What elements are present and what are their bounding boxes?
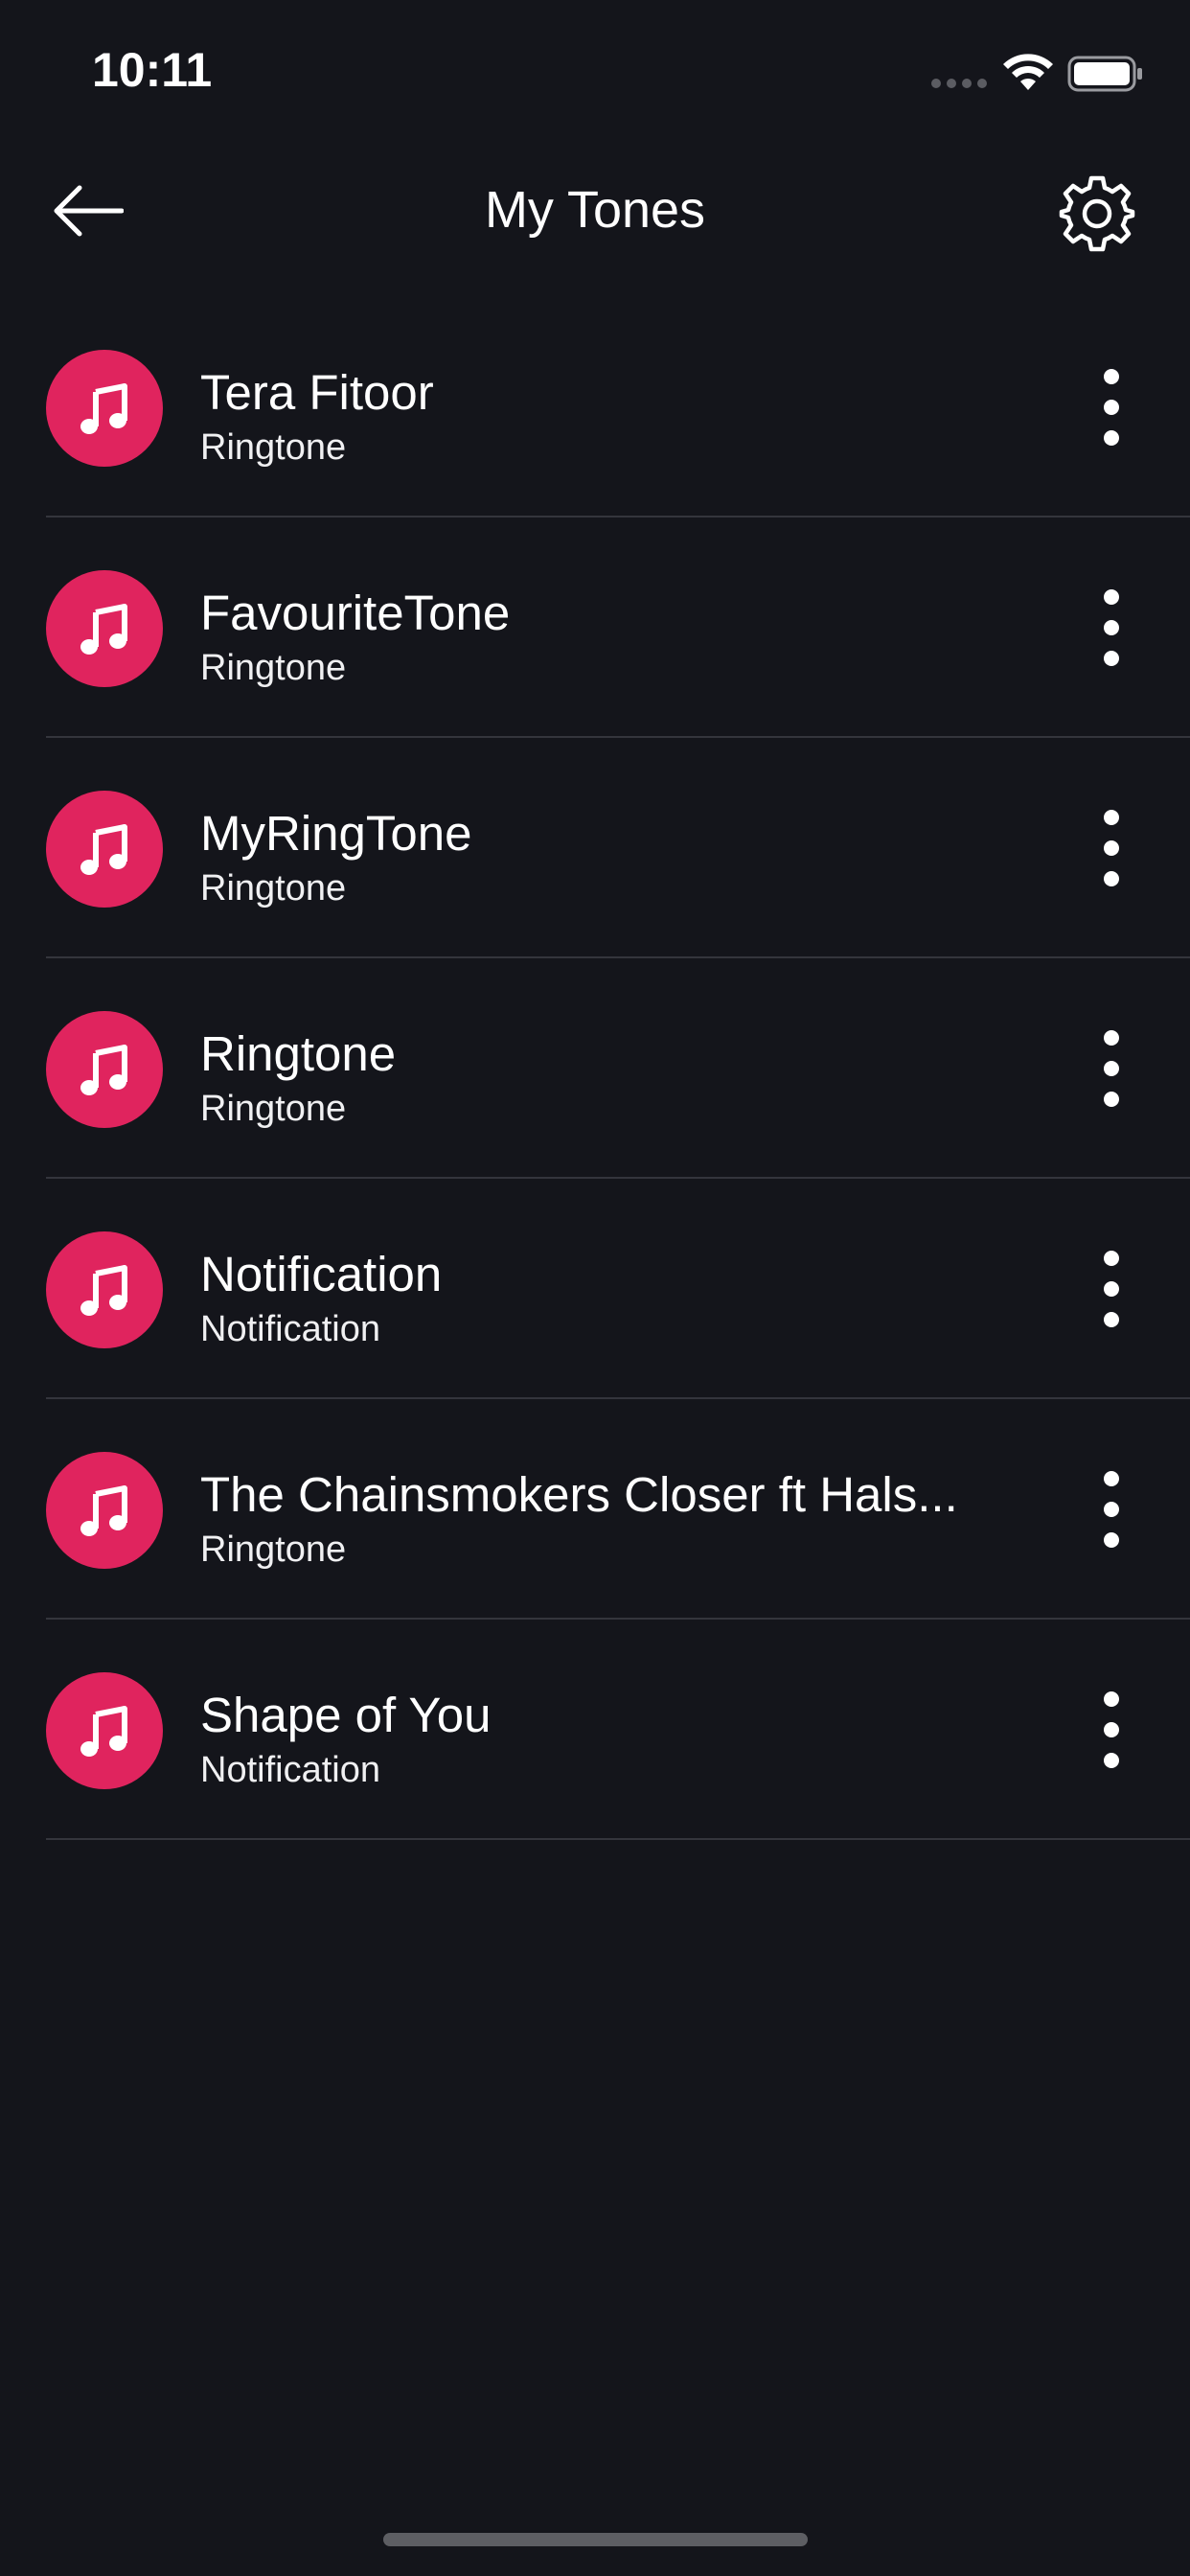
tone-type: Ringtone: [200, 648, 347, 688]
more-vertical-icon: [1104, 1030, 1119, 1107]
more-vertical-icon: [1104, 369, 1119, 446]
more-options-button[interactable]: [1073, 1246, 1150, 1332]
settings-button[interactable]: [1054, 171, 1140, 257]
tone-list-item[interactable]: Ringtone Ringtone: [0, 958, 1190, 1179]
more-options-button[interactable]: [1073, 805, 1150, 891]
more-vertical-icon: [1104, 1691, 1119, 1768]
tone-type: Notification: [200, 1750, 380, 1790]
page-title: My Tones: [484, 181, 706, 239]
tone-list-item[interactable]: Shape of You Notification: [0, 1620, 1190, 1840]
status-time: 10:11: [92, 43, 213, 97]
music-note-icon: [46, 570, 163, 687]
wifi-icon: [1003, 54, 1053, 90]
tone-title: The Chainsmokers Closer ft Hals...: [200, 1467, 958, 1522]
tone-type: Ringtone: [200, 427, 347, 468]
tone-type: Ringtone: [200, 1530, 347, 1570]
tone-type: Ringtone: [200, 1089, 347, 1129]
music-note-icon: [46, 350, 163, 467]
tone-type: Notification: [200, 1309, 380, 1349]
more-options-button[interactable]: [1073, 1466, 1150, 1552]
tone-list-item[interactable]: FavouriteTone Ringtone: [0, 518, 1190, 738]
gear-icon: [1059, 175, 1135, 252]
more-vertical-icon: [1104, 810, 1119, 886]
tone-list: Tera Fitoor Ringtone FavouriteTone Ringt…: [0, 297, 1190, 1840]
tone-type: Ringtone: [200, 868, 347, 908]
status-bar: 10:11: [0, 0, 1190, 144]
more-options-button[interactable]: [1073, 1025, 1150, 1112]
tone-list-item[interactable]: Tera Fitoor Ringtone: [0, 297, 1190, 518]
tone-list-item[interactable]: Notification Notification: [0, 1179, 1190, 1399]
more-vertical-icon: [1104, 1251, 1119, 1327]
header: My Tones: [0, 144, 1190, 278]
tone-title: FavouriteTone: [200, 586, 511, 640]
music-note-icon: [46, 1011, 163, 1128]
tone-title: Notification: [200, 1247, 443, 1301]
more-options-button[interactable]: [1073, 364, 1150, 450]
battery-icon: [1067, 56, 1142, 92]
tone-list-item[interactable]: The Chainsmokers Closer ft Hals... Ringt…: [0, 1399, 1190, 1620]
tone-title: Tera Fitoor: [200, 365, 434, 420]
home-indicator[interactable]: [383, 2533, 808, 2546]
tone-title: Shape of You: [200, 1688, 492, 1742]
tone-title: MyRingTone: [200, 806, 472, 861]
music-note-icon: [46, 1452, 163, 1569]
more-options-button[interactable]: [1073, 585, 1150, 671]
more-options-button[interactable]: [1073, 1687, 1150, 1773]
music-note-icon: [46, 1672, 163, 1789]
music-note-icon: [46, 1231, 163, 1348]
tone-list-item[interactable]: MyRingTone Ringtone: [0, 738, 1190, 958]
music-note-icon: [46, 791, 163, 908]
cellular-signal-icon: [931, 79, 989, 90]
tone-title: Ringtone: [200, 1026, 397, 1081]
more-vertical-icon: [1104, 589, 1119, 666]
divider: [46, 1838, 1190, 1840]
more-vertical-icon: [1104, 1471, 1119, 1548]
